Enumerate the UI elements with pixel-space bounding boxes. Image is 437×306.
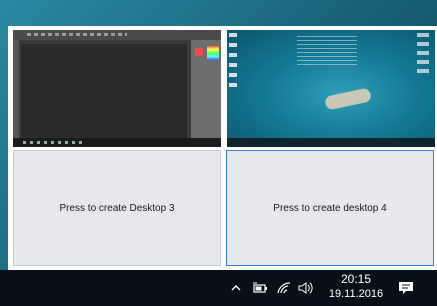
color-swatch — [195, 48, 203, 56]
create-desktop-4-label: Press to create desktop 4 — [273, 202, 387, 214]
create-desktop-3-label: Press to create Desktop 3 — [59, 202, 175, 214]
thumbnail-taskbar — [13, 138, 221, 147]
chevron-up-icon[interactable] — [228, 280, 244, 296]
desktop-icons-right — [417, 33, 429, 73]
thumbnail-taskbar — [227, 138, 435, 147]
taskbar: 20:15 19.11.2016 — [0, 270, 437, 306]
desktop-2-thumbnail[interactable] — [227, 30, 435, 147]
task-view-panel: Press to create Desktop 3 Press to creat… — [8, 26, 437, 270]
clock-date: 19.11.2016 — [328, 288, 384, 300]
clock-time: 20:15 — [340, 272, 372, 286]
app-menubar — [13, 30, 221, 40]
app-canvas — [21, 44, 187, 138]
battery-icon[interactable] — [252, 280, 268, 296]
notification-icon[interactable] — [398, 280, 414, 296]
create-desktop-4-button[interactable]: Press to create desktop 4 — [226, 150, 434, 266]
desktop-1-thumbnail[interactable] — [13, 30, 221, 147]
app-toolbar — [13, 40, 19, 138]
color-picker — [207, 46, 219, 60]
taskbar-clock[interactable]: 20:15 19.11.2016 — [326, 272, 386, 302]
wifi-icon[interactable] — [276, 280, 292, 296]
desktop-icons — [229, 33, 237, 93]
volume-icon[interactable] — [297, 280, 313, 296]
create-desktop-3-button[interactable]: Press to create Desktop 3 — [13, 150, 221, 266]
desktop-overlay-text — [297, 36, 357, 66]
